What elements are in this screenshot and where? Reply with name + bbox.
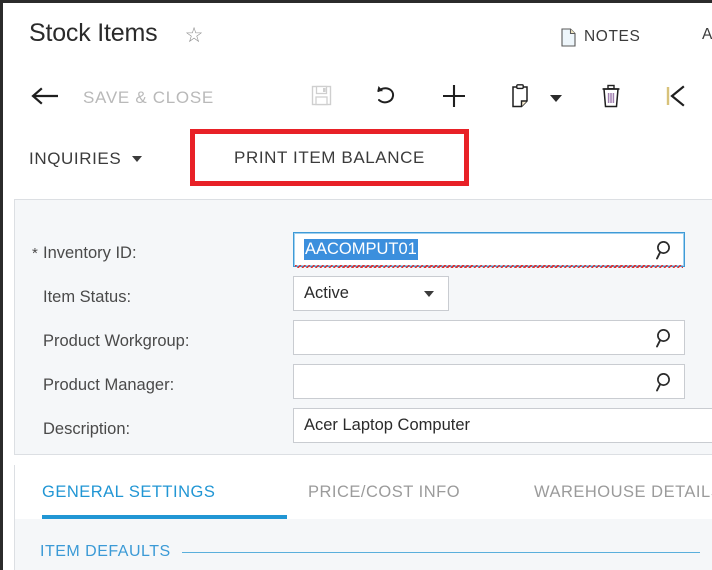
search-icon[interactable] — [653, 239, 675, 261]
save-and-close-button[interactable]: SAVE & CLOSE — [83, 68, 283, 128]
inquiries-label: INQUIRIES — [29, 149, 122, 168]
product-manager-label: Product Manager: — [43, 375, 175, 394]
item-defaults-label: ITEM DEFAULTS — [40, 543, 171, 560]
tab-general-settings-label: GENERAL SETTINGS — [42, 482, 216, 501]
inventory-id-value-wrap: AACOMPUT01 — [294, 239, 683, 268]
inquiries-menu-button[interactable]: INQUIRIES — [29, 128, 143, 190]
item-defaults-section-header: ITEM DEFAULTS — [40, 543, 700, 561]
back-button[interactable] — [25, 68, 67, 128]
print-item-balance-label: PRINT ITEM BALANCE — [234, 147, 425, 167]
form-row-product-workgroup: Product Workgroup: — [15, 320, 712, 362]
required-indicator: * — [32, 244, 38, 262]
tab-price-cost-info[interactable]: PRICE/COST INFO — [308, 465, 460, 519]
spellcheck-underline — [295, 265, 683, 268]
form-row-inventory-id: * Inventory ID: AACOMPUT01 — [15, 232, 712, 274]
description-label: Description: — [43, 419, 131, 438]
tab-general-settings[interactable]: GENERAL SETTINGS — [42, 465, 215, 519]
general-settings-panel: ITEM DEFAULTS — [14, 519, 712, 570]
save-button[interactable] — [299, 68, 343, 128]
notes-button[interactable]: NOTES — [561, 26, 640, 48]
undo-arrow-icon — [373, 84, 397, 113]
tab-price-cost-info-label: PRICE/COST INFO — [308, 482, 461, 501]
print-item-balance-button[interactable]: PRINT ITEM BALANCE — [190, 129, 469, 186]
first-record-button[interactable] — [655, 68, 697, 128]
item-summary-form: * Inventory ID: AACOMPUT01 Item Status: … — [14, 199, 712, 455]
toolbar: SAVE & CLOSE — [3, 68, 712, 128]
item-status-value: Active — [304, 284, 349, 302]
note-document-icon — [561, 27, 576, 47]
search-icon[interactable] — [653, 327, 675, 349]
add-new-record-button[interactable] — [431, 68, 477, 128]
clipboard-icon — [510, 83, 530, 113]
application-window: Stock Items ☆ NOTES ACTIVITIES S — [0, 0, 712, 570]
activities-button[interactable]: ACTIVITIES — [702, 26, 712, 48]
save-and-close-label: SAVE & CLOSE — [83, 88, 214, 107]
tab-warehouse-details-label: WAREHOUSE DETAILS — [534, 482, 712, 501]
notes-label: NOTES — [584, 28, 641, 45]
title-bar: Stock Items ☆ NOTES ACTIVITIES — [3, 3, 712, 68]
action-menu-row: INQUIRIES PRINT ITEM BALANCE — [3, 128, 712, 190]
form-row-product-manager: Product Manager: — [15, 364, 712, 406]
copy-paste-dropdown-button[interactable] — [543, 68, 569, 128]
page-title: Stock Items — [29, 19, 158, 47]
search-icon[interactable] — [653, 371, 675, 393]
item-status-dropdown[interactable]: Active — [293, 276, 449, 311]
tab-warehouse-details[interactable]: WAREHOUSE DETAILS — [534, 465, 712, 519]
undo-button[interactable] — [363, 68, 407, 128]
form-row-description: Description: Acer Laptop Computer — [15, 408, 712, 450]
product-workgroup-label: Product Workgroup: — [43, 331, 190, 350]
chevron-down-icon[interactable] — [424, 290, 434, 297]
copy-paste-button[interactable] — [501, 68, 539, 128]
inventory-id-field[interactable]: AACOMPUT01 — [293, 232, 685, 268]
chevron-down-icon — [132, 156, 143, 162]
plus-icon — [441, 83, 467, 114]
favorite-star-icon[interactable]: ☆ — [183, 25, 205, 47]
description-field[interactable]: Acer Laptop Computer — [293, 408, 712, 443]
chevron-down-icon — [550, 94, 562, 102]
inventory-id-label: Inventory ID: — [43, 243, 137, 262]
product-manager-field[interactable] — [293, 364, 685, 399]
description-value: Acer Laptop Computer — [304, 416, 471, 434]
first-record-icon — [665, 84, 687, 113]
delete-button[interactable] — [591, 68, 631, 128]
section-divider — [181, 551, 700, 553]
form-row-item-status: Item Status: Active — [15, 276, 712, 318]
item-status-label: Item Status: — [43, 287, 132, 306]
back-arrow-icon — [31, 86, 61, 111]
floppy-save-icon — [311, 85, 332, 111]
inventory-id-value: AACOMPUT01 — [304, 239, 418, 260]
trash-icon — [601, 84, 621, 113]
tab-bar: GENERAL SETTINGS PRICE/COST INFO WAREHOU… — [14, 465, 712, 519]
product-workgroup-field[interactable] — [293, 320, 685, 355]
